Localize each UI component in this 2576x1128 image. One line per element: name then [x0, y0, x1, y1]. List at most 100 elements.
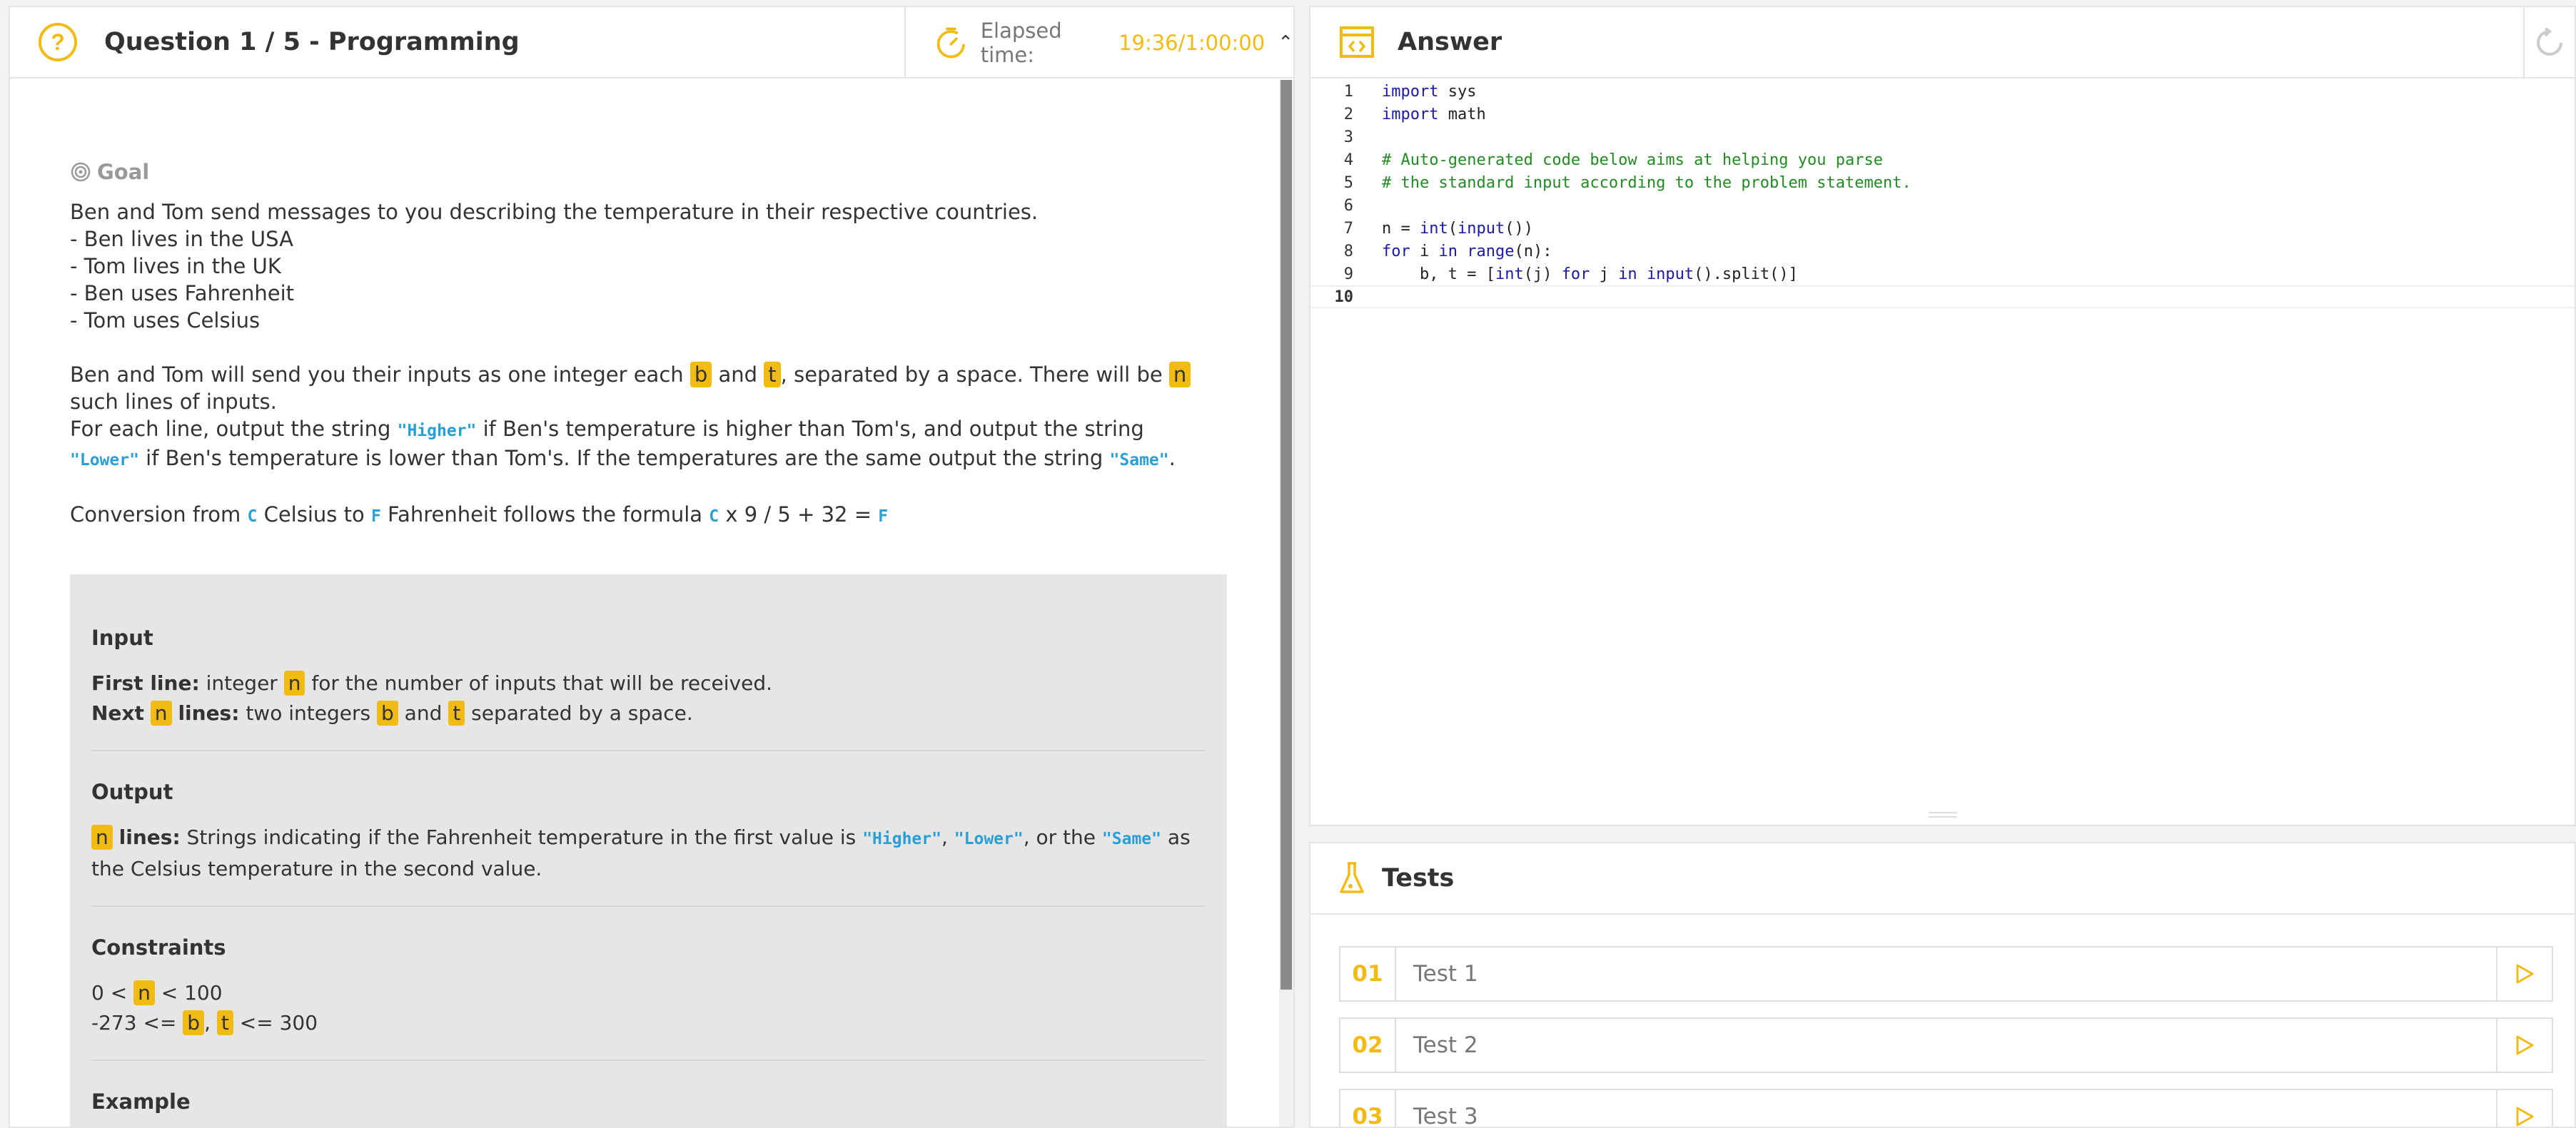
- text: integer: [206, 671, 278, 695]
- tests-panel: Tests 01 Test 1 02 Test 2 03 Test 3: [1309, 842, 2576, 1128]
- input-next-lines: Next n lines: two integers b and t separ…: [91, 698, 1206, 728]
- text: and: [718, 362, 758, 387]
- goal-label: Goal: [97, 160, 150, 184]
- answer-panel: Answer 1 import sys 2 import math 3 4 # Aut…: [1309, 6, 2576, 826]
- question-mark-icon: ?: [39, 23, 77, 61]
- code-text[interactable]: import sys: [1382, 83, 1476, 101]
- scrollbar-thumb[interactable]: [1281, 80, 1292, 990]
- input-heading: Input: [91, 626, 153, 650]
- constant-lower: "Lower": [954, 830, 1024, 848]
- stopwatch-icon: [936, 27, 965, 59]
- play-icon: [2516, 1107, 2534, 1127]
- question-panel: ? Question 1 / 5 - Programming Elapsed t…: [9, 6, 1295, 1128]
- code-line[interactable]: 2 import math: [1310, 103, 2575, 126]
- code-line[interactable]: 6: [1310, 194, 2575, 217]
- variable-n: n: [133, 980, 155, 1005]
- question-scrollbar[interactable]: [1279, 80, 1293, 1127]
- text: <= 300: [239, 1011, 318, 1035]
- intro-line: - Ben uses Fahrenheit: [70, 281, 295, 305]
- variable-t: t: [764, 362, 781, 387]
- code-line-active[interactable]: 10: [1310, 285, 2575, 308]
- code-line[interactable]: 5 # the standard input according to the p…: [1310, 171, 2575, 194]
- constraints-heading: Constraints: [91, 935, 226, 960]
- code-keyword: input: [1646, 265, 1694, 283]
- test-label: Test 2: [1413, 1032, 1478, 1058]
- resize-handle[interactable]: [1310, 812, 2575, 818]
- code-text[interactable]: import math: [1382, 106, 1486, 123]
- code-keyword: import: [1382, 82, 1439, 101]
- text: if Ben's: [146, 446, 222, 470]
- question-title: Question 1 / 5 - Programming: [104, 28, 520, 56]
- line-number: 4: [1343, 151, 1353, 169]
- test-number: 02: [1340, 1019, 1396, 1072]
- chevron-up-icon[interactable]: ⌃: [1278, 32, 1293, 54]
- text: temperature is lower than Tom's. If the …: [228, 446, 1103, 470]
- code-line[interactable]: 7 n = int(input()): [1310, 217, 2575, 240]
- run-test-button[interactable]: [2496, 1090, 2552, 1127]
- code-line[interactable]: 1 import sys: [1310, 80, 2575, 103]
- test-number: 03: [1340, 1090, 1396, 1127]
- specification-box: Input First line: integer n for the numb…: [70, 574, 1227, 1127]
- text: such lines of: [70, 390, 200, 414]
- intro-line: - Tom lives in the UK: [70, 254, 281, 278]
- code-text[interactable]: for i in range(n):: [1382, 243, 1552, 260]
- test-label: Test 1: [1413, 961, 1478, 987]
- intro-line: - Tom uses Celsius: [70, 308, 261, 332]
- text: 0 <: [91, 981, 128, 1005]
- text: ,: [204, 1011, 211, 1035]
- constant-f: F: [370, 507, 381, 526]
- test-number: 01: [1340, 947, 1396, 1000]
- tests-header: Tests: [1310, 843, 2575, 915]
- code-line[interactable]: 8 for i in range(n):: [1310, 240, 2575, 263]
- code-line[interactable]: 3: [1310, 126, 2575, 148]
- question-body: Goal Ben and Tom send messages to you de…: [10, 80, 1276, 1127]
- line-number: 9: [1343, 265, 1353, 283]
- variable-n: n: [91, 825, 113, 850]
- code-editor-icon: [1340, 26, 1374, 58]
- text: x 9 / 5 + 32 =: [725, 502, 872, 527]
- line-number: 2: [1343, 105, 1353, 123]
- code-line[interactable]: 9 b, t = [int(j) for j in input().split(…: [1310, 263, 2575, 285]
- constraint-bt: -273 <= b, t <= 300: [91, 1008, 1206, 1038]
- intro-line: Ben and Tom send messages to you describ…: [70, 200, 1039, 224]
- timer-value: 19:36/1:00:00: [1118, 31, 1266, 55]
- code-keyword: int: [1495, 265, 1524, 283]
- question-header: ? Question 1 / 5 - Programming Elapsed t…: [10, 7, 1293, 78]
- play-icon: [2516, 1035, 2534, 1055]
- reset-button[interactable]: [2523, 7, 2575, 78]
- run-test-button[interactable]: [2496, 1019, 2552, 1072]
- text: .: [1168, 446, 1176, 470]
- constant-same: "Same": [1109, 451, 1169, 469]
- text: Fahrenheit follows the formula: [388, 502, 703, 527]
- code-line[interactable]: 4 # Auto-generated code below aims at hel…: [1310, 148, 2575, 171]
- text: lines:: [178, 701, 240, 725]
- text: Celsius to: [263, 502, 365, 527]
- text: Ben and Tom will send you their inputs a…: [70, 362, 684, 387]
- divider: [91, 1060, 1206, 1061]
- code-text[interactable]: b, t = [int(j) for j in input().split()]: [1382, 265, 1798, 283]
- code-keyword: for: [1561, 265, 1590, 283]
- variable-n: n: [283, 671, 305, 696]
- flask-icon: [1340, 862, 1364, 893]
- code-comment[interactable]: # Auto-generated code below aims at help…: [1382, 151, 1883, 169]
- code-comment[interactable]: # the standard input according to the pr…: [1382, 174, 1911, 192]
- example-heading: Example: [91, 1089, 191, 1114]
- test-row[interactable]: 01 Test 1: [1339, 946, 2553, 1002]
- text: First line:: [91, 671, 200, 695]
- test-row[interactable]: 02 Test 2: [1339, 1017, 2553, 1073]
- test-row[interactable]: 03 Test 3: [1339, 1089, 2553, 1127]
- text: Next: [91, 701, 144, 725]
- target-icon: [71, 162, 91, 182]
- elapsed-timer[interactable]: Elapsed time: 19:36/1:00:00 ⌃: [904, 7, 1293, 78]
- code-text[interactable]: n = int(input()): [1382, 220, 1533, 238]
- intro-line: - Ben lives in the USA: [70, 227, 293, 251]
- line-number: 10: [1334, 288, 1354, 306]
- code-keyword: range: [1467, 242, 1515, 260]
- code-editor[interactable]: 1 import sys 2 import math 3 4 # Auto-gener…: [1310, 80, 2575, 825]
- line-number: 1: [1343, 82, 1353, 101]
- code-keyword: for: [1382, 242, 1410, 260]
- text: and: [404, 701, 443, 725]
- run-test-button[interactable]: [2496, 947, 2552, 1000]
- text: Conversion from: [70, 502, 241, 527]
- code-keyword: input: [1457, 219, 1505, 238]
